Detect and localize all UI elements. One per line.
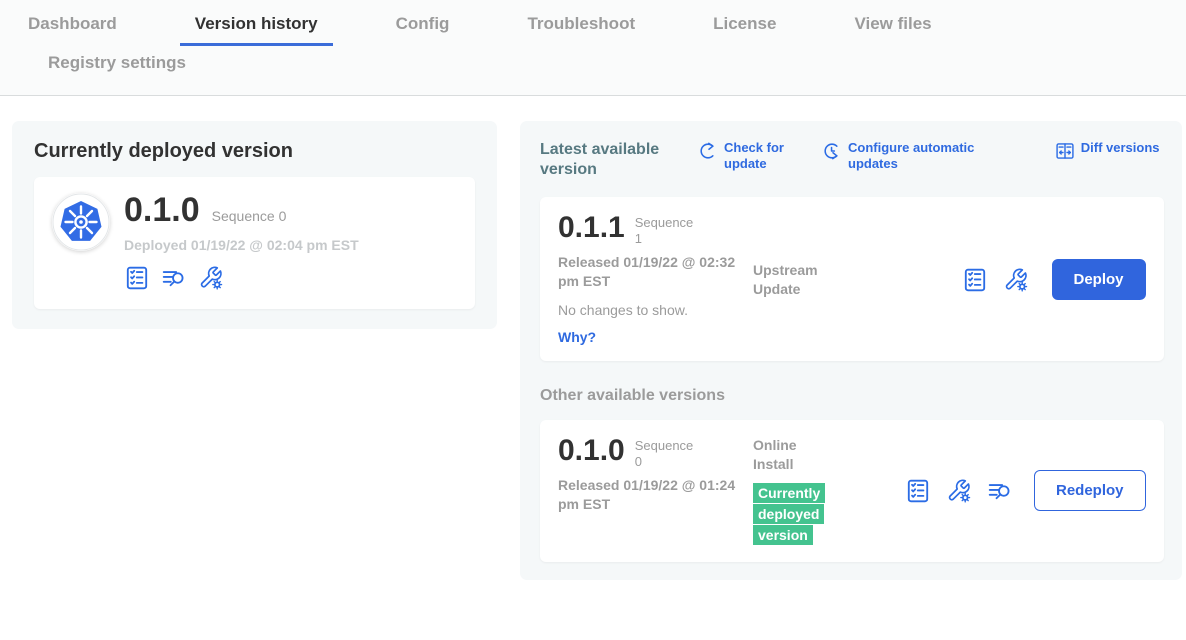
diff-icon	[1055, 141, 1075, 161]
other-version-number: 0.1.0	[558, 436, 625, 466]
tab-troubleshoot[interactable]: Troubleshoot	[512, 14, 650, 46]
preflight-checks-icon[interactable]	[962, 267, 988, 293]
other-versions-title: Other available versions	[540, 387, 1164, 405]
preflight-checks-icon[interactable]	[124, 265, 150, 291]
currently-deployed-badge: Currently deployed version	[753, 483, 825, 545]
kubernetes-icon	[52, 193, 110, 251]
latest-version-number: 0.1.1	[558, 213, 625, 243]
main-nav: Dashboard Version history Config Trouble…	[0, 0, 1186, 96]
latest-available-title: Latest available version	[540, 140, 692, 180]
edit-config-icon[interactable]	[946, 478, 972, 504]
available-versions-header: Latest available version Check for updat…	[540, 140, 1164, 180]
latest-released-timestamp: Released 01/19/22 @ 02:32 pm EST	[558, 253, 736, 291]
currently-deployed-badge-wrap: Currently deployed version	[753, 483, 833, 546]
auto-update-icon	[822, 141, 842, 161]
main-content: Currently deployed version 0.1.0 Sequenc…	[0, 96, 1186, 580]
configure-automatic-updates-link[interactable]: Configure automatic updates	[822, 140, 978, 173]
deployed-timestamp: Deployed 01/19/22 @ 02:04 pm EST	[124, 237, 359, 253]
latest-version-source: Upstream Update	[753, 213, 905, 347]
why-link[interactable]: Why?	[558, 329, 596, 345]
latest-version-row: 0.1.1 Sequence 1 Released 01/19/22 @ 02:…	[540, 197, 1164, 361]
other-version-info: 0.1.0 Sequence 0 Released 01/19/22 @ 01:…	[558, 436, 753, 546]
nav-row-1: Dashboard Version history Config Trouble…	[0, 14, 1186, 46]
latest-version-info: 0.1.1 Sequence 1 Released 01/19/22 @ 02:…	[558, 213, 753, 347]
tab-registry-settings[interactable]: Registry settings	[33, 53, 201, 85]
no-changes-text: No changes to show.	[558, 302, 753, 318]
diff-versions-label: Diff versions	[1081, 140, 1160, 156]
currently-deployed-card: Currently deployed version 0.1.0 Sequenc…	[12, 121, 497, 329]
tab-view-files[interactable]: View files	[839, 14, 946, 46]
online-install-label: Online Install	[753, 436, 837, 474]
deployed-version-number: 0.1.0	[124, 193, 200, 227]
preflight-checks-icon[interactable]	[905, 478, 931, 504]
tab-version-history[interactable]: Version history	[180, 14, 333, 46]
check-for-update-link[interactable]: Check for update	[698, 140, 796, 173]
check-for-update-label: Check for update	[724, 140, 796, 173]
tab-license[interactable]: License	[698, 14, 791, 46]
tab-dashboard[interactable]: Dashboard	[13, 14, 132, 46]
deployed-version-info: 0.1.0 Sequence 0 Deployed 01/19/22 @ 02:…	[124, 193, 359, 291]
view-deploy-logs-icon[interactable]	[987, 478, 1013, 504]
redeploy-button[interactable]: Redeploy	[1034, 470, 1146, 511]
deployed-icon-actions	[124, 265, 359, 291]
other-version-actions: Redeploy	[905, 470, 1146, 511]
view-deploy-logs-icon[interactable]	[161, 265, 187, 291]
deploy-button[interactable]: Deploy	[1052, 259, 1146, 300]
configure-automatic-updates-label: Configure automatic updates	[848, 140, 978, 173]
edit-config-icon[interactable]	[198, 265, 224, 291]
diff-versions-link[interactable]: Diff versions	[1055, 140, 1160, 161]
other-version-source: Online Install Currently deployed versio…	[753, 436, 905, 546]
other-released-timestamp: Released 01/19/22 @ 01:24 pm EST	[558, 476, 736, 514]
tab-config[interactable]: Config	[381, 14, 465, 46]
upstream-update-label: Upstream Update	[753, 261, 837, 299]
deployed-sequence-label: Sequence 0	[212, 208, 287, 224]
other-sequence-label: Sequence 0	[635, 436, 701, 469]
available-versions-card: Latest available version Check for updat…	[520, 121, 1182, 580]
deployed-version-row: 0.1.0 Sequence 0 Deployed 01/19/22 @ 02:…	[34, 177, 475, 309]
latest-version-actions: Deploy	[962, 259, 1146, 300]
edit-config-icon[interactable]	[1003, 267, 1029, 293]
refresh-icon	[698, 141, 718, 161]
latest-sequence-label: Sequence 1	[635, 213, 701, 246]
nav-row-2: Registry settings	[0, 53, 1186, 85]
other-version-row: 0.1.0 Sequence 0 Released 01/19/22 @ 01:…	[540, 420, 1164, 562]
currently-deployed-title: Currently deployed version	[34, 140, 475, 163]
